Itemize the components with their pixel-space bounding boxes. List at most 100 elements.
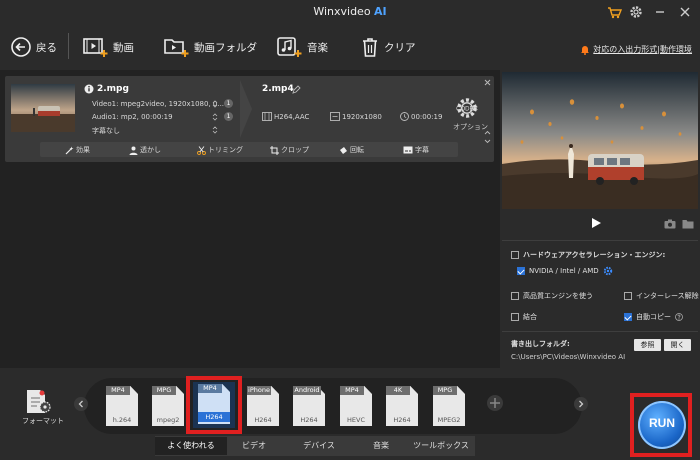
back-label: 戻る: [36, 41, 57, 54]
option-label[interactable]: オプション: [453, 122, 488, 132]
format-tile[interactable]: MPG mpeg2: [149, 386, 191, 428]
video-thumbnail[interactable]: [11, 84, 75, 132]
open-button[interactable]: 開く: [664, 339, 691, 351]
format-tile-type: 4K: [386, 386, 410, 395]
app-title: Winxvideo AI: [313, 5, 387, 18]
run-button[interactable]: RUN: [638, 401, 686, 449]
clear-label: クリア: [384, 41, 416, 54]
task-scroll-arrows[interactable]: [484, 130, 491, 144]
high-quality-label: 高品質エンジンを使う: [523, 292, 593, 300]
output-duration-text: 00:00:19: [411, 112, 443, 121]
effect-button[interactable]: 効果: [65, 145, 90, 155]
format-settings-icon[interactable]: [24, 389, 52, 415]
format-tile-codec: h.264: [112, 416, 132, 424]
format-tile-codec: HEVC: [347, 416, 365, 424]
open-folder-icon[interactable]: [682, 219, 694, 229]
minimize-icon[interactable]: [650, 2, 670, 22]
tab-common[interactable]: よく使われる: [155, 437, 227, 455]
auto-copy-checkbox[interactable]: [624, 313, 632, 321]
help-link[interactable]: 対応の入出力形式|動作環境: [580, 44, 692, 55]
merge-label: 結合: [523, 313, 537, 321]
crop-button[interactable]: クロップ: [270, 145, 309, 155]
rename-pencil-icon[interactable]: [292, 85, 301, 94]
browse-button[interactable]: 参照: [634, 339, 661, 351]
trim-button[interactable]: トリミング: [197, 145, 243, 155]
subtitle-icon: [403, 146, 413, 154]
merge-option[interactable]: 結合: [511, 312, 537, 322]
help-circle-icon[interactable]: [675, 313, 683, 321]
audio-track-info[interactable]: Audio1: mp2, 00:00:19: [92, 113, 173, 121]
close-icon[interactable]: [675, 2, 695, 22]
watermark-button[interactable]: 透かし: [129, 145, 161, 155]
tab-device[interactable]: デバイス: [284, 437, 354, 455]
tab-music[interactable]: 音楽: [356, 437, 406, 455]
output-file-name: 2.mp4: [262, 84, 294, 94]
hw-accel-option[interactable]: ハードウェアアクセラレーション・エンジン:: [511, 250, 665, 260]
format-label[interactable]: フォーマット: [22, 416, 64, 426]
high-quality-checkbox[interactable]: [511, 292, 519, 300]
gpu-vendor-checkbox[interactable]: [517, 267, 525, 275]
crop-label: クロップ: [281, 146, 309, 154]
format-tile-type: iPhone: [247, 386, 271, 395]
film-icon: [262, 112, 272, 121]
auto-copy-label: 自動コピー: [636, 313, 671, 321]
format-tile[interactable]: 4K H264: [383, 386, 425, 428]
video-track-text: Video1: mpeg2video, 1920x1080, 0...: [92, 100, 225, 108]
high-quality-option[interactable]: 高品質エンジンを使う: [511, 291, 593, 301]
back-button[interactable]: 戻る: [10, 34, 57, 60]
format-tile[interactable]: Android H264: [290, 386, 332, 428]
music-note-icon: [277, 37, 302, 57]
format-tile[interactable]: MP4 HEVC: [337, 386, 379, 428]
format-tile-type: MPG: [152, 386, 176, 395]
cart-icon[interactable]: [604, 2, 624, 22]
trash-icon: [363, 38, 377, 57]
play-icon[interactable]: [590, 217, 602, 229]
format-tile-codec: H264: [393, 416, 411, 424]
format-tile[interactable]: MPG MPEG2: [430, 386, 472, 428]
video-label: 動画: [113, 41, 134, 54]
snapshot-camera-icon[interactable]: [664, 219, 676, 229]
subtitle-button[interactable]: 字幕: [403, 145, 429, 155]
deinterlace-option[interactable]: インターレース解除: [624, 291, 699, 301]
gpu-vendor-option[interactable]: NVIDIA / Intel / AMD: [517, 266, 613, 276]
subtitle-edit-label: 字幕: [415, 146, 429, 154]
auto-copy-option[interactable]: 自動コピー: [624, 312, 683, 322]
format-tile[interactable]: MP4 h.264: [103, 386, 145, 428]
add-folder-button[interactable]: 動画フォルダ: [164, 34, 257, 60]
clear-button[interactable]: クリア: [360, 34, 416, 60]
preview-player[interactable]: [502, 72, 698, 209]
add-music-button[interactable]: 音楽: [277, 34, 328, 60]
format-tile[interactable]: iPhone H264: [244, 386, 286, 428]
option-gear-icon[interactable]: CODEC: [455, 96, 479, 120]
track-stepper-arrows[interactable]: [212, 100, 218, 134]
add-format-icon[interactable]: [486, 394, 504, 412]
format-tile-type: MP4: [340, 386, 364, 395]
resolution-icon: [330, 112, 340, 121]
tab-toolbox[interactable]: ツールボックス: [408, 437, 474, 455]
subtitle-select[interactable]: 字幕なし: [92, 126, 120, 136]
rotate-button[interactable]: 回転: [339, 145, 364, 155]
add-video-button[interactable]: 動画: [83, 34, 134, 60]
remove-task-icon[interactable]: [484, 79, 491, 86]
gpu-settings-gear-icon[interactable]: [603, 266, 613, 276]
folder-label: 動画フォルダ: [194, 41, 257, 54]
format-prev-button[interactable]: [74, 397, 88, 411]
audio-track-badge: 1: [224, 112, 233, 121]
scissors-icon: [197, 145, 206, 155]
deinterlace-checkbox[interactable]: [624, 292, 632, 300]
hw-accel-checkbox[interactable]: [511, 251, 519, 259]
info-icon[interactable]: [84, 84, 94, 94]
format-next-button[interactable]: [574, 397, 588, 411]
video-track-info[interactable]: Video1: mpeg2video, 1920x1080, 0...: [92, 100, 224, 108]
format-tile-codec: H264: [300, 416, 318, 424]
settings-icon[interactable]: [626, 2, 646, 22]
selected-format-tile[interactable]: MP4 H264: [193, 382, 235, 428]
output-codec-text: H264,AAC: [274, 112, 310, 121]
tab-video[interactable]: ビデオ: [227, 437, 281, 455]
music-label: 音楽: [307, 41, 328, 54]
output-folder-path[interactable]: C:\Users\PC\Videos\Winxvideo AI: [511, 353, 625, 361]
merge-checkbox[interactable]: [511, 313, 519, 321]
rotate-label: 回転: [350, 146, 364, 154]
deinterlace-label: インターレース解除: [636, 292, 699, 300]
gpu-vendor-label: NVIDIA / Intel / AMD: [529, 267, 599, 275]
